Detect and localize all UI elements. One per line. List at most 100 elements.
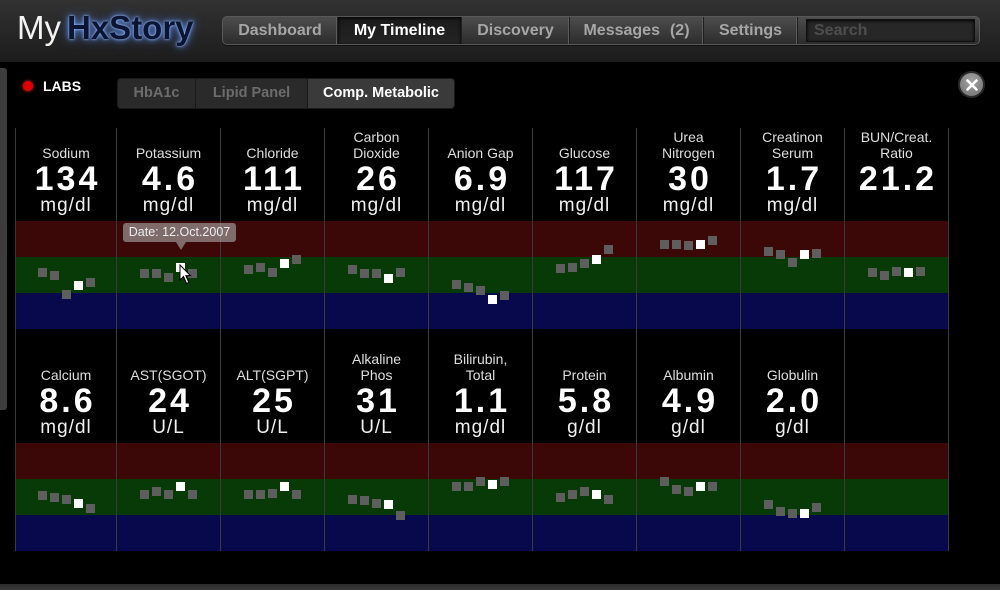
trend-point[interactable] (244, 489, 253, 499)
trend-point[interactable] (892, 266, 901, 276)
trend-point[interactable] (49, 270, 59, 280)
trend-point-selected[interactable] (696, 239, 705, 249)
trend-point[interactable] (360, 269, 369, 279)
trend-point-selected[interactable] (592, 254, 601, 264)
trend-point-selected[interactable] (73, 280, 83, 290)
trend-point[interactable] (556, 263, 565, 273)
trend-point-selected[interactable] (904, 268, 913, 278)
trend-point[interactable] (476, 477, 485, 487)
lab-result-cell[interactable]: Sodium 134 mg/dl (16, 128, 117, 329)
trend-point[interactable] (244, 265, 253, 275)
search-input[interactable] (806, 19, 975, 42)
lab-result-cell[interactable]: Anion Gap 6.9 mg/dl (429, 128, 533, 329)
trend-point-selected[interactable] (176, 482, 185, 492)
trend-point[interactable] (348, 494, 357, 504)
trend-point[interactable] (152, 269, 161, 279)
lab-result-cell[interactable]: ALT(SGPT) 25 U/L (221, 329, 325, 551)
trend-point[interactable] (764, 500, 773, 510)
trend-point[interactable] (452, 279, 461, 289)
tab-settings[interactable]: Settings (704, 17, 798, 44)
lab-result-cell[interactable]: Protein 5.8 g/dl (533, 329, 637, 551)
lab-result-cell[interactable]: Creatinon Serum 1.7 mg/dl (741, 128, 845, 329)
trend-point[interactable] (49, 492, 59, 502)
trend-point[interactable] (500, 291, 509, 301)
lab-result-cell[interactable]: AST(SGOT) 24 U/L (117, 329, 221, 551)
trend-point-selected[interactable] (800, 509, 809, 519)
tab-discovery[interactable]: Discovery (462, 17, 570, 44)
trend-point[interactable] (396, 510, 405, 520)
trend-point[interactable] (256, 490, 265, 500)
trend-point[interactable] (604, 494, 613, 504)
trend-point[interactable] (708, 482, 717, 492)
trend-point[interactable] (604, 244, 613, 254)
lab-tab-comp-metabolic[interactable]: Comp. Metabolic (308, 79, 454, 108)
trend-point[interactable] (776, 250, 785, 260)
trend-point[interactable] (708, 235, 717, 245)
trend-point-selected[interactable] (800, 250, 809, 260)
trend-point[interactable] (500, 477, 509, 487)
trend-point[interactable] (556, 492, 565, 502)
trend-point[interactable] (152, 487, 161, 497)
trend-point[interactable] (256, 262, 265, 272)
trend-point-selected[interactable] (384, 500, 393, 510)
trend-point[interactable] (164, 489, 173, 499)
lab-tab-lipid-panel[interactable]: Lipid Panel (196, 79, 308, 108)
trend-point[interactable] (452, 482, 461, 492)
trend-point[interactable] (292, 489, 301, 499)
trend-point-selected[interactable] (280, 259, 289, 269)
trend-point[interactable] (660, 477, 669, 487)
trend-point[interactable] (464, 482, 473, 492)
trend-point[interactable] (61, 289, 71, 299)
lab-result-cell[interactable]: Alkaline Phos 31 U/L (325, 329, 429, 551)
trend-point[interactable] (268, 488, 277, 498)
trend-point[interactable] (684, 487, 693, 497)
lab-result-cell[interactable]: Urea Nitrogen 30 mg/dl (637, 128, 741, 329)
tab-my-timeline[interactable]: My Timeline (338, 17, 462, 44)
trend-point[interactable] (164, 272, 173, 282)
trend-point[interactable] (464, 283, 473, 293)
trend-point[interactable] (61, 494, 71, 504)
trend-point[interactable] (880, 270, 889, 280)
trend-point[interactable] (868, 267, 877, 277)
trend-point[interactable] (372, 269, 381, 279)
trend-point[interactable] (372, 498, 381, 508)
trend-point[interactable] (37, 267, 47, 277)
trend-point[interactable] (916, 266, 925, 276)
close-button[interactable] (958, 71, 985, 98)
trend-point[interactable] (360, 496, 369, 506)
trend-point[interactable] (660, 239, 669, 249)
trend-point[interactable] (396, 267, 405, 277)
trend-point[interactable] (348, 265, 357, 275)
trend-point[interactable] (140, 269, 149, 279)
lab-result-cell[interactable]: Chloride 111 mg/dl (221, 128, 325, 329)
trend-point[interactable] (788, 257, 797, 267)
trend-point-selected[interactable] (696, 482, 705, 492)
trend-point[interactable] (764, 247, 773, 257)
trend-point-selected[interactable] (73, 498, 83, 508)
trend-point-selected[interactable] (488, 294, 497, 304)
lab-result-cell[interactable]: Albumin 4.9 g/dl (637, 329, 741, 551)
trend-point[interactable] (568, 262, 577, 272)
app-logo[interactable]: My HxStory (17, 6, 194, 50)
trend-point[interactable] (684, 241, 693, 251)
tab-dashboard[interactable]: Dashboard (223, 17, 338, 44)
trend-point-selected[interactable] (592, 489, 601, 499)
trend-point-selected[interactable] (488, 479, 497, 489)
vertical-scrollbar[interactable] (0, 68, 7, 410)
lab-result-cell[interactable]: Carbon Dioxide 26 mg/dl (325, 128, 429, 329)
lab-tab-hba1c[interactable]: HbA1c (118, 79, 196, 108)
trend-point[interactable] (85, 278, 95, 288)
trend-point[interactable] (672, 239, 681, 249)
trend-point[interactable] (268, 267, 277, 277)
lab-result-cell[interactable]: Globulin 2.0 g/dl (741, 329, 845, 551)
trend-point[interactable] (672, 484, 681, 494)
trend-point[interactable] (776, 506, 785, 516)
trend-point[interactable] (812, 248, 821, 258)
trend-point[interactable] (37, 491, 47, 501)
trend-point[interactable] (85, 503, 95, 513)
trend-point[interactable] (476, 285, 485, 295)
trend-point-selected[interactable] (280, 482, 289, 492)
lab-result-cell[interactable]: Glucose 117 mg/dl (533, 128, 637, 329)
lab-result-cell[interactable]: Calcium 8.6 mg/dl (16, 329, 117, 551)
lab-result-cell[interactable]: BUN/Creat. Ratio 21.2 (845, 128, 949, 329)
